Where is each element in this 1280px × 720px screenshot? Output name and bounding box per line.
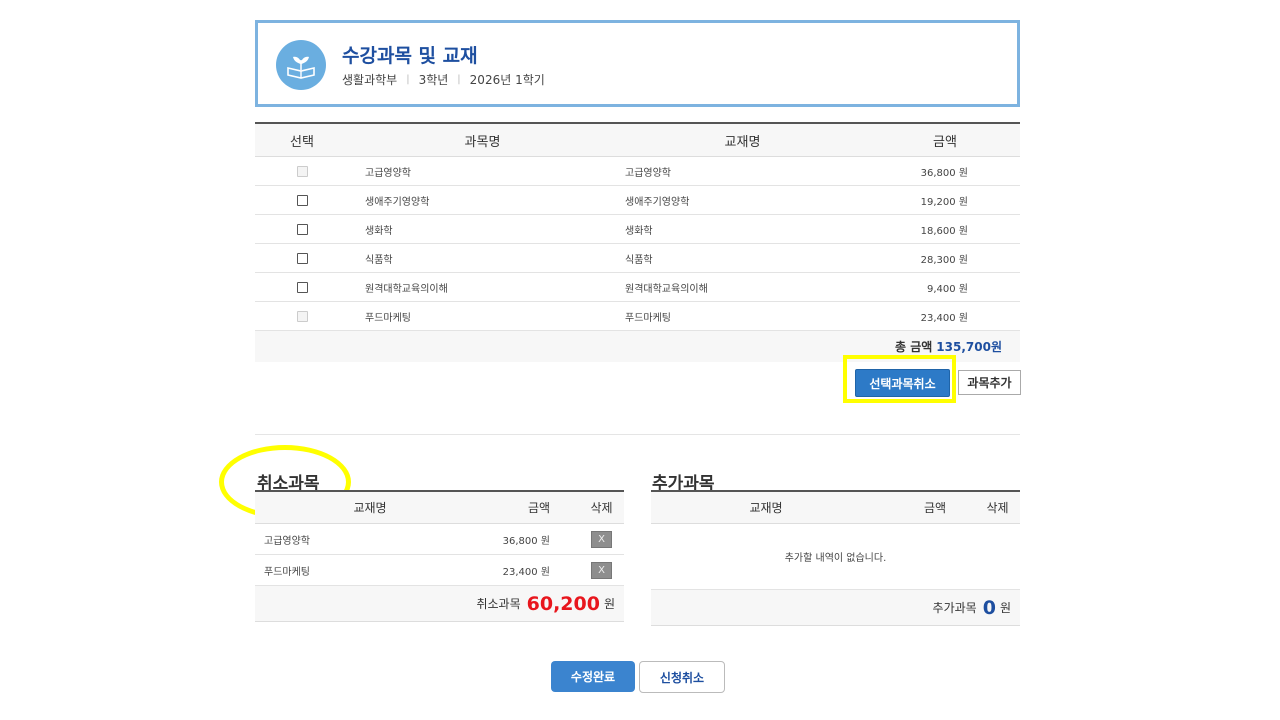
total-label: 총 금액 (894, 340, 933, 354)
textbook-name: 식품학 (625, 254, 653, 266)
header-textbook: 교재명 (353, 501, 387, 515)
course-table: 선택 과목명 교재명 금액 고급영양학 고급영양학 36,800 원 생애주기영… (255, 122, 1020, 362)
row-checkbox[interactable] (296, 281, 308, 293)
cancelled-total-value: 60,200 (526, 592, 600, 615)
complete-edit-button[interactable]: 수정완료 (551, 661, 635, 692)
subject-name: 생애주기영양학 (365, 196, 430, 208)
cancelled-table-header: 교재명 금액 삭제 (255, 492, 624, 524)
amount: 18,600 원 (920, 225, 968, 237)
grade-label: 3학년 (418, 73, 449, 87)
added-total-label: 추가과목 (932, 601, 977, 615)
added-table-header: 교재명 금액 삭제 (651, 492, 1020, 524)
table-row: 식품학 식품학 28,300 원 (255, 244, 1020, 273)
cancelled-total-label: 취소과목 (476, 597, 521, 611)
header-amount: 금액 (923, 501, 947, 515)
added-total-value: 0 (982, 596, 996, 619)
header-amount: 금액 (527, 501, 551, 515)
row-checkbox[interactable] (296, 223, 308, 235)
textbook-name: 푸드마케팅 (264, 566, 310, 578)
cancelled-table: 교재명 금액 삭제 고급영양학 36,800 원 X 푸드마케팅 23,400 … (255, 490, 624, 622)
header-delete: 삭제 (986, 501, 1009, 515)
subject-name: 고급영양학 (365, 167, 411, 179)
added-table: 교재명 금액 삭제 추가할 내역이 없습니다. 추가과목 0 원 (651, 490, 1020, 626)
book-sprout-icon (276, 40, 326, 90)
term-label: 2026년 1학기 (469, 73, 545, 87)
row-checkbox (296, 310, 308, 322)
header-delete: 삭제 (590, 501, 613, 515)
currency-unit: 원 (999, 601, 1011, 615)
page-title: 수강과목 및 교재 (342, 45, 478, 67)
textbook-name: 고급영양학 (264, 535, 310, 547)
table-row: 생애주기영양학 생애주기영양학 19,200 원 (255, 186, 1020, 215)
header-textbook: 교재명 (749, 501, 783, 515)
header-subject: 과목명 (464, 134, 501, 150)
amount: 28,300 원 (920, 254, 968, 266)
textbook-name: 원격대학교육의이해 (625, 283, 708, 295)
row-checkbox[interactable] (296, 194, 308, 206)
amount: 19,200 원 (920, 196, 968, 208)
empty-row: 추가할 내역이 없습니다. (651, 524, 1020, 590)
amount: 23,400 원 (502, 566, 550, 578)
textbook-name: 생화학 (625, 225, 653, 237)
table-row: 푸드마케팅 푸드마케팅 23,400 원 (255, 302, 1020, 331)
separator: | (406, 74, 410, 85)
textbook-name: 생애주기영양학 (625, 196, 690, 208)
table-row: 생화학 생화학 18,600 원 (255, 215, 1020, 244)
section-divider (255, 434, 1020, 435)
row-checkbox (296, 165, 308, 177)
header-textbook: 교재명 (724, 134, 761, 150)
enrollment-info: 생활과학부 | 3학년 | 2026년 1학기 (342, 71, 545, 88)
subject-name: 식품학 (365, 254, 393, 266)
textbook-name: 푸드마케팅 (625, 312, 671, 324)
course-table-header: 선택 과목명 교재명 금액 (255, 124, 1020, 157)
total-value: 135,700원 (936, 340, 1002, 354)
table-row: 원격대학교육의이해 원격대학교육의이해 9,400 원 (255, 273, 1020, 302)
cancel-selected-button[interactable]: 선택과목취소 (855, 369, 950, 397)
table-row: 푸드마케팅 23,400 원 X (255, 555, 624, 586)
delete-button[interactable]: X (591, 530, 612, 548)
page-header: 수강과목 및 교재 생활과학부 | 3학년 | 2026년 1학기 (255, 20, 1020, 107)
subject-name: 원격대학교육의이해 (365, 283, 448, 295)
delete-button[interactable]: X (591, 561, 612, 579)
table-row: 고급영양학 36,800 원 X (255, 524, 624, 555)
amount: 36,800 원 (920, 167, 968, 179)
textbook-name: 고급영양학 (625, 167, 671, 179)
separator: | (457, 74, 461, 85)
row-checkbox[interactable] (296, 252, 308, 264)
amount: 36,800 원 (502, 535, 550, 547)
cancelled-total-row: 취소과목 60,200 원 (255, 586, 624, 622)
header-select: 선택 (290, 134, 314, 150)
added-total-row: 추가과목 0 원 (651, 590, 1020, 626)
subject-name: 푸드마케팅 (365, 312, 411, 324)
amount: 23,400 원 (920, 312, 968, 324)
amount: 9,400 원 (926, 283, 968, 295)
subject-name: 생화학 (365, 225, 393, 237)
currency-unit: 원 (603, 597, 615, 611)
header-amount: 금액 (933, 134, 957, 150)
department-label: 생활과학부 (342, 73, 398, 87)
cancel-application-button[interactable]: 신청취소 (639, 661, 725, 693)
table-row: 고급영양학 고급영양학 36,800 원 (255, 157, 1020, 186)
empty-message: 추가할 내역이 없습니다. (784, 553, 887, 564)
add-subject-button[interactable]: 과목추가 (958, 370, 1021, 395)
